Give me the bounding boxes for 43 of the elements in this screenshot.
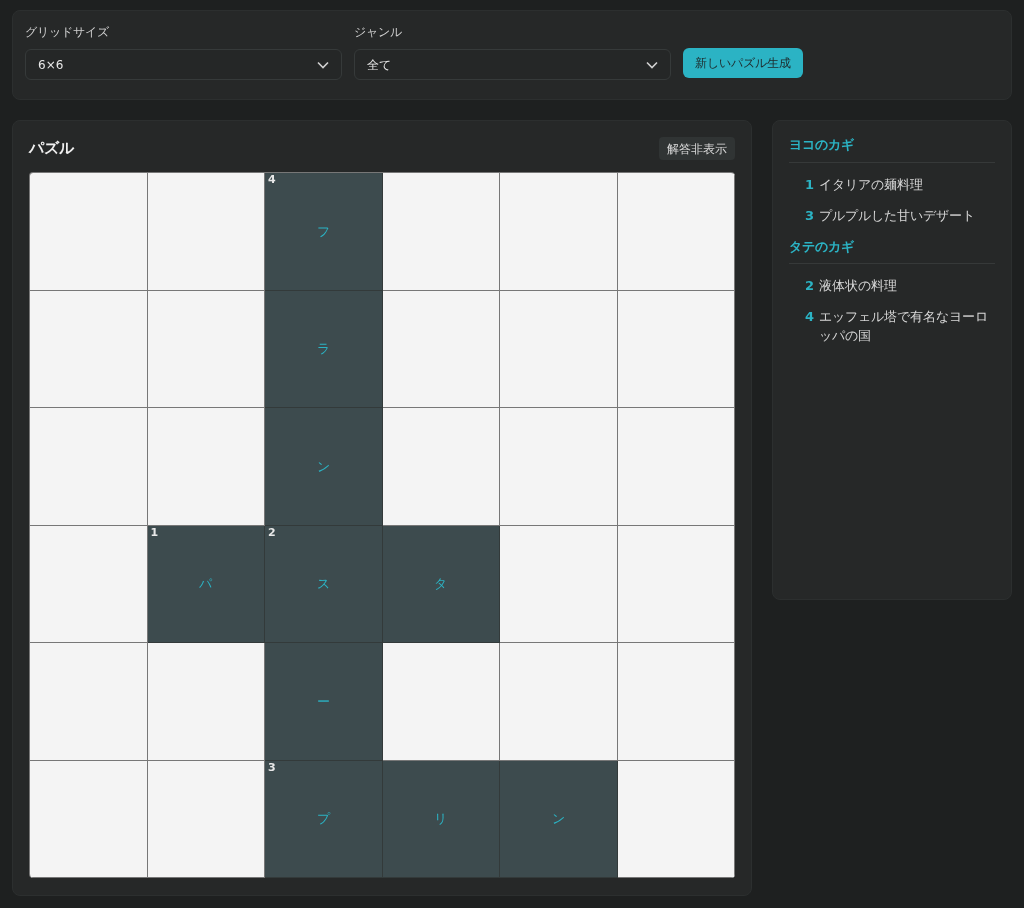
letter-cell[interactable]: ラ	[265, 290, 383, 408]
letter-cell[interactable]: タ	[382, 525, 500, 643]
clue-number: 3	[268, 761, 276, 773]
clue-heading: ヨコのカギ	[789, 135, 995, 163]
cell-letter: ス	[316, 575, 330, 593]
dropdown[interactable]: 6×6	[25, 49, 342, 80]
letter-cell[interactable]: 3 プ	[265, 760, 383, 878]
cell-letter: ラ	[316, 340, 330, 358]
cell-letter: プ	[316, 810, 330, 828]
clue-text: エッフェル塔で有名なヨーロッパの国	[819, 308, 989, 345]
clue-number: 1	[805, 175, 813, 194]
cell-letter: フ	[316, 222, 330, 241]
toggle-answer-button[interactable]: 解答非表示	[659, 137, 735, 160]
letter-cell[interactable]: リ	[382, 760, 500, 878]
letter-cell[interactable]: ー	[265, 643, 383, 761]
cell-letter: リ	[434, 810, 448, 828]
cell-letter: ー	[316, 692, 330, 711]
puzzle-title: パズル	[29, 138, 74, 160]
cell-letter: ン	[551, 810, 565, 828]
chevron-down-icon	[646, 60, 658, 69]
clue-number: 4	[805, 308, 813, 326]
letter-cell[interactable]: ン	[265, 408, 383, 526]
field-label: ジャンル	[354, 24, 403, 41]
letter-cell[interactable]: 1 パ	[147, 525, 265, 643]
generate-button[interactable]: 新しいパズル生成	[683, 48, 803, 78]
clue-number: 3	[805, 206, 813, 225]
dropdown[interactable]: 全て	[354, 49, 671, 80]
clue-heading: タテのカギ	[789, 236, 995, 264]
clue-number: 2	[805, 277, 813, 295]
letter-cell[interactable]: ン	[500, 760, 618, 878]
field-label: グリッドサイズ	[25, 24, 110, 41]
clue-text: プルプルした甘いデザート	[819, 206, 975, 225]
cell-letter: タ	[434, 575, 448, 593]
cell-letter: ン	[316, 457, 330, 476]
clue-number: 1	[150, 526, 159, 538]
clue-number: 4	[268, 174, 276, 185]
clue-text: 液体状の料理	[819, 277, 897, 295]
cell-letter: パ	[199, 575, 213, 593]
clue-text: イタリアの麺料理	[819, 175, 923, 194]
clue-number: 2	[268, 526, 276, 538]
letter-cell[interactable]: 4 フ	[265, 173, 383, 291]
letter-cell[interactable]: 2 ス	[265, 525, 383, 643]
chevron-down-icon	[317, 60, 329, 69]
